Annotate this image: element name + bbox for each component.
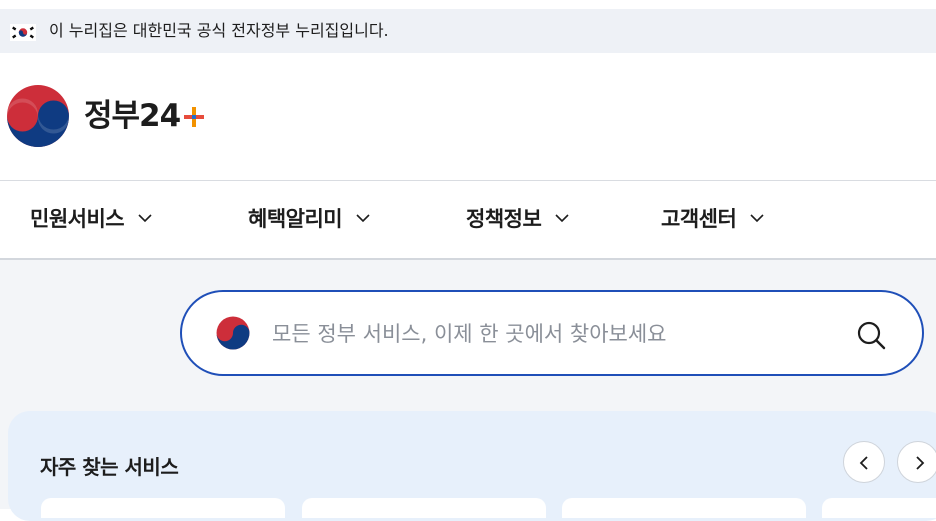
chevron-down-icon (356, 214, 370, 223)
taegeuk-logo-icon[interactable] (6, 84, 70, 148)
brand-plus-icon (184, 107, 204, 127)
search-box[interactable] (180, 290, 924, 376)
chevron-down-icon (555, 214, 569, 223)
search-icon[interactable] (854, 318, 888, 352)
chevron-right-icon (916, 456, 925, 470)
nav-item-label: 고객센터 (661, 207, 737, 231)
nav-item-benefit-alerts[interactable]: 혜택알리미 (248, 202, 372, 234)
nav-item-label: 민원서비스 (30, 207, 125, 231)
search-input[interactable] (270, 314, 834, 354)
service-card[interactable] (302, 498, 546, 518)
nav-item-policy-info[interactable]: 정책정보 (466, 202, 571, 234)
service-card[interactable] (41, 498, 285, 518)
carousel-prev-button[interactable] (843, 441, 885, 483)
nav-item-civil-services[interactable]: 민원서비스 (30, 202, 154, 234)
taegeuk-logo-icon (216, 316, 250, 350)
nav-item-customer-center[interactable]: 고객센터 (661, 202, 766, 234)
chevron-down-icon (750, 214, 764, 223)
korean-flag-icon (10, 24, 36, 41)
frequent-services-title: 자주 찾는 서비스 (40, 455, 179, 479)
notice-text: 이 누리집은 대한민국 공식 전자정부 누리집입니다. (49, 21, 389, 40)
service-card[interactable] (822, 498, 936, 518)
nav-item-label: 정책정보 (466, 207, 542, 231)
carousel-next-button[interactable] (897, 441, 936, 483)
brand-name[interactable]: 정부24 (84, 96, 181, 136)
service-card[interactable] (562, 498, 806, 518)
government-notice-banner: 이 누리집은 대한민국 공식 전자정부 누리집입니다. (0, 9, 936, 53)
chevron-down-icon (138, 214, 152, 223)
chevron-left-icon (859, 456, 868, 470)
header-divider (0, 180, 936, 181)
nav-item-label: 혜택알리미 (248, 207, 343, 231)
